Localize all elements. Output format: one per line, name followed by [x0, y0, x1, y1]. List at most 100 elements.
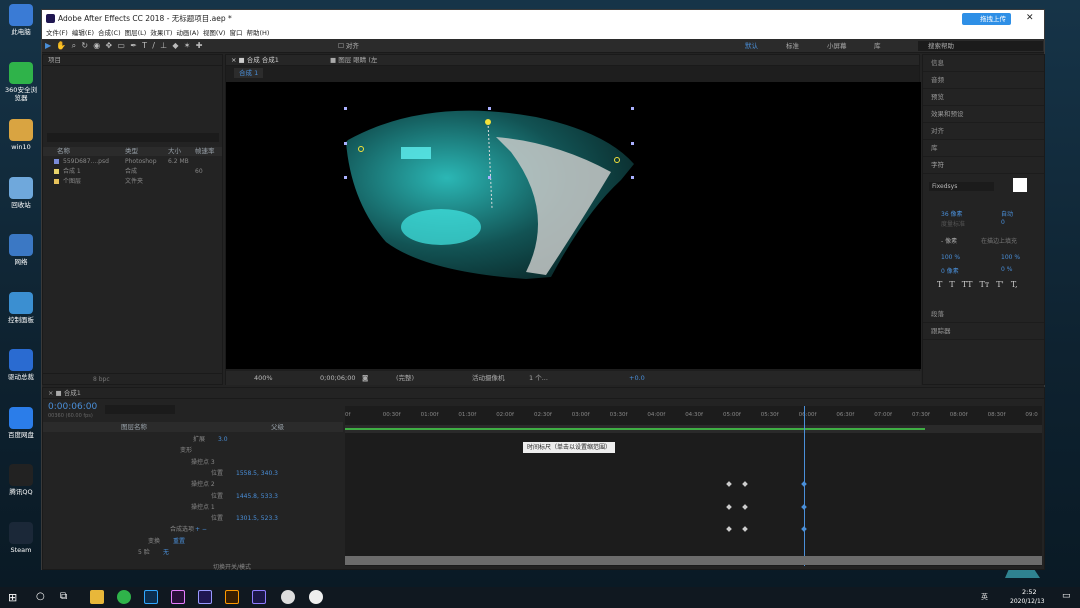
project-item[interactable]: 个图层 文件夹 [43, 177, 222, 187]
leading-value[interactable]: 自动 [1001, 209, 1013, 218]
keyframe-current[interactable] [801, 481, 807, 487]
timeline-row[interactable]: 扩展 3.0 [43, 434, 343, 445]
timeline-row[interactable]: 操控点 1 [43, 502, 343, 513]
column-fps[interactable]: 帧速率 [195, 147, 215, 156]
column-name[interactable]: 名称 [57, 147, 70, 156]
layer-name-column[interactable]: 图层名称 [121, 422, 147, 432]
settings-icon[interactable] [309, 590, 323, 604]
workspace-standard[interactable]: 标准 [786, 39, 799, 53]
text-style-button[interactable]: T [937, 280, 942, 289]
windows-start-icon[interactable]: ⊞ [8, 591, 17, 604]
current-time[interactable]: 0;00;06;00 [320, 371, 356, 385]
column-type[interactable]: 类型 [125, 147, 138, 156]
comp-viewer[interactable] [226, 82, 921, 369]
horizontal-scale-value[interactable]: 100 % [1001, 254, 1020, 261]
puppet-pin-tool-icon[interactable]: ✚ [196, 39, 203, 53]
desktop-icon[interactable]: 网络 [2, 234, 40, 266]
keyframe-current[interactable] [801, 504, 807, 510]
bpc-label[interactable]: 8 bpc [93, 374, 110, 386]
property-value[interactable]: 3.0 [218, 434, 228, 445]
clock-time[interactable]: 2:52 [1022, 588, 1037, 596]
panel-item[interactable]: 对齐 [923, 123, 1044, 140]
rotate-tool-icon[interactable]: ↻ [81, 39, 88, 53]
pen-tool-icon[interactable]: ✒ [130, 39, 137, 53]
zoom-level[interactable]: 400% [254, 371, 273, 385]
camera-dropdown[interactable]: 活动摄像机 [472, 371, 505, 385]
roto-brush-tool-icon[interactable]: ✶ [184, 39, 191, 53]
camera-tool-icon[interactable]: ◉ [93, 39, 100, 53]
media-encoder-icon[interactable] [252, 590, 266, 604]
menu-item[interactable]: 动画(A) [176, 28, 199, 39]
time-ruler[interactable]: 0f 00:30f 01:00f 01:30f 02:00f 02:30f 03:00f 03… [345, 412, 1042, 424]
menu-item[interactable]: 编辑(E) [72, 28, 94, 39]
resolution-dropdown[interactable]: (完整) [396, 371, 414, 385]
timeline-row[interactable]: 位置 1445.8, 533.3 [43, 491, 343, 502]
panel-item[interactable]: 效果和预设 [923, 106, 1044, 123]
app-icon[interactable] [281, 590, 295, 604]
project-search-input[interactable] [47, 133, 219, 142]
menu-item[interactable]: 视图(V) [203, 28, 226, 39]
property-value[interactable]: + − [195, 524, 207, 535]
timeline-row[interactable]: 位置 1558.5, 340.3 [43, 468, 343, 479]
panel-item[interactable]: 库 [923, 140, 1044, 157]
timeline-search-input[interactable] [105, 405, 175, 414]
views-dropdown[interactable]: 1 个... [529, 371, 548, 385]
snapshot-icon[interactable]: ◙ [362, 371, 368, 385]
comp-tab[interactable]: × ■ 合成 合成1 [231, 56, 279, 64]
close-button[interactable]: ✕ [1026, 12, 1034, 25]
timeline-graph-area[interactable]: 0f 00:30f 01:00f 01:30f 02:00f 02:30f 03:00f 03… [345, 406, 1042, 566]
panel-item[interactable]: 信息 [923, 55, 1044, 72]
browser-360-icon[interactable] [117, 590, 131, 604]
character-panel-title[interactable]: 字符 [923, 157, 1044, 174]
tracking-value[interactable]: 0 [1001, 219, 1005, 226]
keyframe[interactable] [726, 526, 732, 532]
text-style-button[interactable]: T' [996, 280, 1004, 289]
stroke-width-value[interactable]: - 像素 [941, 236, 957, 245]
text-style-button[interactable]: TT [962, 280, 973, 289]
kerning-value[interactable]: 度量标准 [941, 219, 965, 228]
keyframe-current[interactable] [801, 526, 807, 532]
search-icon[interactable]: ○ [36, 591, 45, 602]
menu-item[interactable]: 窗口 [229, 28, 242, 39]
tracker-panel-title[interactable]: 跟踪器 [923, 323, 1044, 340]
brush-tool-icon[interactable]: / [152, 39, 155, 53]
eraser-tool-icon[interactable]: ◆ [172, 39, 178, 53]
property-value[interactable]: 重置 [173, 536, 185, 547]
illustrator-icon[interactable] [225, 590, 239, 604]
menu-item[interactable]: 合成(C) [98, 28, 121, 39]
text-style-button[interactable]: Tт [980, 280, 990, 289]
timeline-row[interactable]: 操控点 2 [43, 479, 343, 490]
comp-subtab[interactable]: 合成 1 [234, 68, 264, 78]
timeline-tab[interactable]: × ■ 合成1 [43, 388, 1044, 399]
property-value[interactable]: 1301.5, 523.3 [236, 513, 278, 524]
text-style-button[interactable]: T, [1011, 280, 1018, 289]
search-help-input[interactable]: 搜索帮助 [918, 41, 1043, 51]
tsume-value[interactable]: 0 % [1001, 266, 1012, 273]
timeline-row[interactable]: 合成选项 + − [43, 524, 343, 535]
photoshop-icon[interactable] [144, 590, 158, 604]
desktop-icon[interactable]: 回收站 [2, 176, 40, 209]
timeline-row[interactable]: 操控点 3 [43, 457, 343, 468]
selection-tool-icon[interactable]: ▶ [45, 39, 51, 53]
project-item[interactable]: 合成 1 合成 60 [43, 167, 222, 177]
desktop-icon[interactable]: 驱动总裁 [2, 349, 40, 381]
toggle-switches-modes[interactable]: 切换开关/模式 [213, 562, 251, 571]
keyframe[interactable] [742, 481, 748, 487]
desktop-icon[interactable]: 腾讯QQ [2, 464, 40, 496]
desktop-icon[interactable]: 百度网盘 [2, 406, 40, 439]
timeline-row[interactable]: 5 脸 无 [43, 547, 343, 558]
timeline-row[interactable]: 变形 [43, 445, 343, 456]
keyframe[interactable] [726, 481, 732, 487]
workspace-default[interactable]: 默认 [745, 39, 758, 53]
column-size[interactable]: 大小 [168, 147, 181, 156]
pan-behind-tool-icon[interactable]: ✥ [105, 39, 112, 53]
work-area-bar[interactable] [345, 425, 1042, 433]
property-value[interactable]: 无 [163, 547, 169, 558]
timeline-row[interactable]: 位置 1301.5, 523.3 [43, 513, 343, 524]
desktop-icon[interactable]: Steam [2, 521, 40, 554]
menu-item[interactable]: 文件(F) [46, 28, 68, 39]
baseline-shift-value[interactable]: 0 像素 [941, 266, 959, 275]
property-value[interactable]: 1445.8, 533.3 [236, 491, 278, 502]
align-checkbox[interactable]: ☐ 对齐 [338, 39, 359, 53]
workspace-small-screen[interactable]: 小屏幕 [827, 39, 847, 53]
